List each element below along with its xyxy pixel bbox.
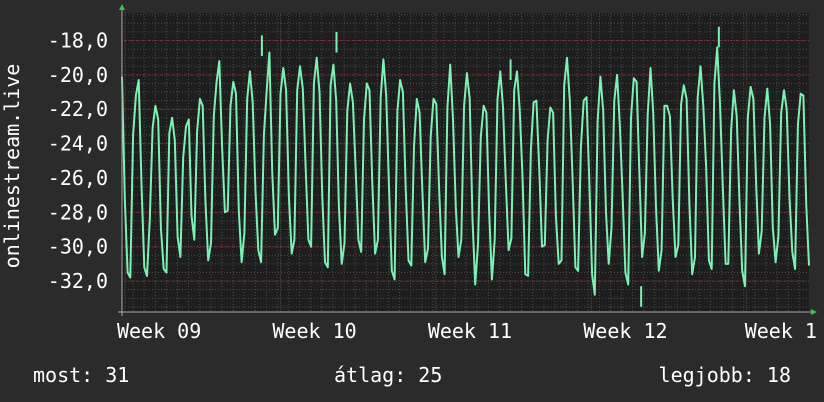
y-tick-label: -30,0 (48, 235, 108, 259)
x-tick-label: Week 1 (745, 319, 817, 343)
y-tick-label: -32,0 (48, 269, 108, 293)
best-value-stat: legjobb: 18 (658, 363, 791, 387)
stats-footer: most: 31 átlag: 25 legjobb: 18 (0, 360, 824, 402)
y-tick-label: -28,0 (48, 200, 108, 224)
y-tick-labels: -18,0 -20,0 -22,0 -24,0 -26,0 -28,0 -30,0 -32,0 (48, 28, 108, 293)
x-tick-label: Week 11 (428, 319, 512, 343)
line-chart: -18,0 -20,0 -22,0 -24,0 -26,0 -28,0 -30,0 -32,0… (0, 4, 817, 343)
average-value-stat: átlag: 25 (334, 363, 443, 387)
x-tick-label: Week 09 (117, 319, 201, 343)
y-tick-label: -26,0 (48, 166, 108, 190)
y-tick-label: -24,0 (48, 132, 108, 156)
y-axis-label: onlinestream.live (0, 64, 24, 269)
current-value-stat: most: 31 (33, 363, 130, 387)
y-tick-label: -20,0 (48, 63, 108, 87)
x-tick-labels: Week 09 Week 10 Week 11 Week 12 Week 1 (117, 319, 817, 343)
y-tick-label: -22,0 (48, 97, 108, 121)
x-axis-arrow (811, 309, 817, 315)
y-axis-arrow (119, 4, 125, 10)
y-tick-label: -18,0 (48, 28, 108, 52)
x-tick-label: Week 10 (272, 319, 356, 343)
x-tick-label: Week 12 (583, 319, 667, 343)
